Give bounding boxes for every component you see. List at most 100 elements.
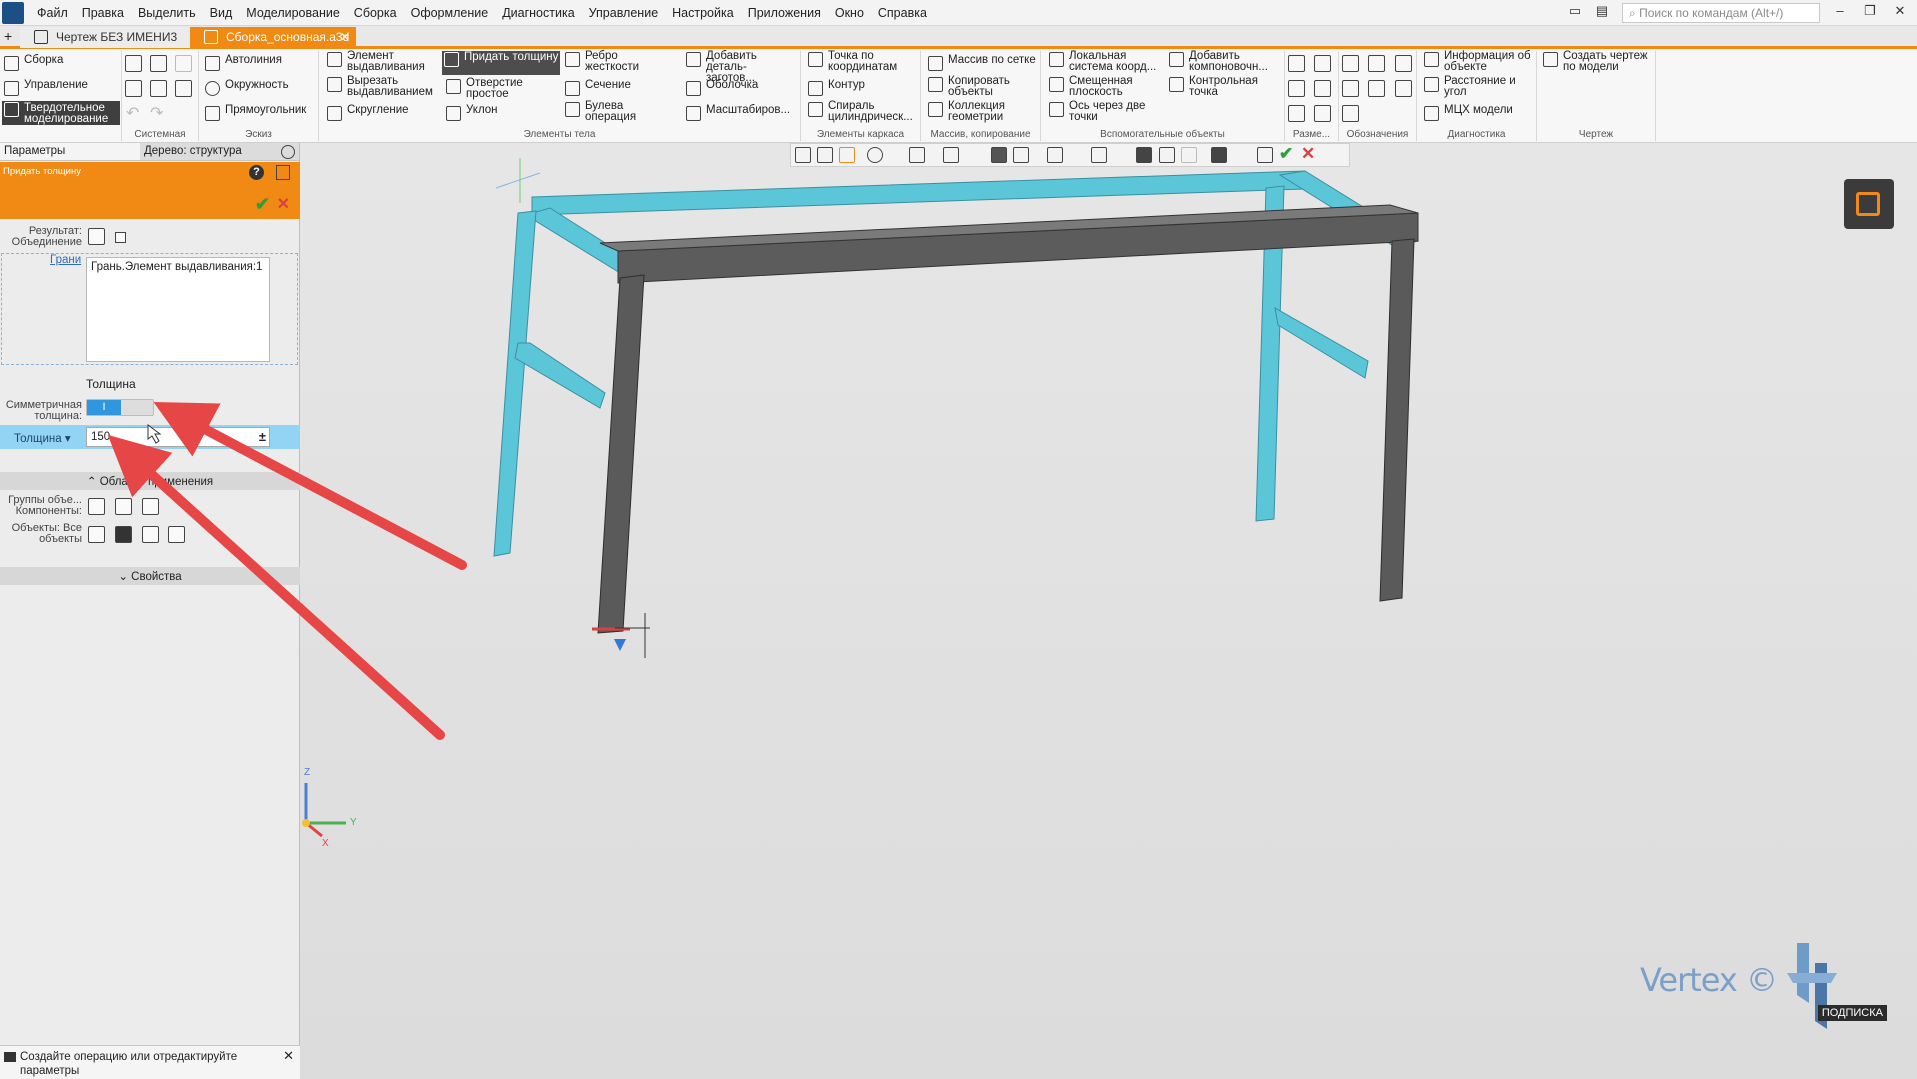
table-icon[interactable] [1395,55,1412,72]
designation-icon[interactable] [1314,55,1331,72]
menu-view[interactable]: Вид [203,6,240,20]
contour-button[interactable]: Контур [806,79,865,96]
preview-icon[interactable] [150,80,167,97]
save-icon[interactable] [175,55,192,72]
menu-apps[interactable]: Приложения [741,6,828,20]
new-file-icon[interactable] [125,55,142,72]
mode-solid-modeling[interactable]: Твердотельное моделирование [2,101,120,125]
print-icon[interactable] [125,80,142,97]
minimize-button[interactable]: – [1828,3,1852,23]
cancel-icon[interactable]: ✕ [277,194,290,214]
components-icon[interactable] [115,498,132,515]
mode-assembly[interactable]: Сборка [2,54,120,71]
group-objects-icon[interactable] [88,498,105,515]
shell-button[interactable]: Оболочка [684,79,758,96]
dimension-icon[interactable] [1288,55,1305,72]
properties-section-header[interactable]: ⌄ Свойства [0,567,300,585]
faces-list[interactable]: Грань.Элемент выдавливания:1 [86,257,270,362]
scope-section-header[interactable]: ⌃ Область применения [0,472,300,490]
menu-file[interactable]: Файл [30,6,75,20]
rectangle-button[interactable]: Прямоугольник [203,104,306,121]
menu-select[interactable]: Выделить [131,6,203,20]
redo-icon[interactable]: ↷ [150,103,163,123]
grid-array-button[interactable]: Массив по сетке [926,54,1036,71]
restore-button[interactable]: ❐ [1858,3,1882,23]
confirm-icon[interactable]: ✔ [255,194,270,215]
menu-edit[interactable]: Правка [75,6,131,20]
base-icon[interactable] [1342,80,1359,97]
filter-objects-icon[interactable] [142,526,159,543]
menu-help[interactable]: Справка [871,6,934,20]
close-hint-icon[interactable]: ✕ [283,1049,294,1063]
autoline-button[interactable]: Автолиния [203,54,282,71]
undo-icon[interactable]: ↶ [126,103,139,123]
layout-icon[interactable]: ▭ [1563,3,1587,23]
union-icon[interactable] [88,228,105,245]
save-all-icon[interactable] [175,80,192,97]
scale-button[interactable]: Масштабиров... [684,104,790,121]
rib-button[interactable]: Ребро жесткости [563,50,653,73]
close-tab-icon[interactable]: ✕ [340,30,350,44]
leader-icon[interactable] [1314,80,1331,97]
spiral-button[interactable]: Спираль цилиндрическ... [806,100,916,123]
offset-plane-button[interactable]: Смещенная плоскость [1047,75,1157,98]
add-objects-icon[interactable] [168,526,185,543]
boolean-button[interactable]: Булева операция [563,100,653,123]
tree-icon[interactable] [276,165,290,180]
thickness-label[interactable]: Толщина ▾ [14,431,71,445]
plus-minus-icon[interactable]: ± [259,429,266,444]
menu-settings[interactable]: Настройка [665,6,741,20]
section-button[interactable]: Сечение [563,79,631,96]
symmetric-toggle[interactable]: I [86,399,154,416]
all-objects-icon[interactable] [88,526,105,543]
thickness-input[interactable]: 150 ± [86,427,270,447]
distance-angle-button[interactable]: Расстояние и угол [1422,75,1532,98]
menu-assembly[interactable]: Сборка [347,6,404,20]
control-point-button[interactable]: Контрольная точка [1167,75,1267,98]
tab-drawing[interactable]: Чертеж БЕЗ ИМЕНИ3 [20,27,190,48]
tab-assembly[interactable]: Сборка_основная.a3d ✕ [190,27,356,48]
weld-icon[interactable] [1342,105,1359,122]
selected-objects-icon[interactable] [115,526,132,543]
menu-design[interactable]: Оформление [404,6,496,20]
mark-icon[interactable] [1342,55,1359,72]
text-icon[interactable] [1368,80,1385,97]
copy-objects-button[interactable]: Копировать объекты [926,75,1016,98]
angle-dimension-icon[interactable] [1288,80,1305,97]
menu-modeling[interactable]: Моделирование [239,6,347,20]
object-info-button[interactable]: Информация об объекте [1422,50,1540,73]
mode-management[interactable]: Управление [2,79,120,96]
add-layout-button[interactable]: Добавить компоновочн... [1167,50,1282,73]
tolerance-icon[interactable] [1368,55,1385,72]
menu-management[interactable]: Управление [582,6,666,20]
draft-button[interactable]: Уклон [444,104,498,121]
faces-link[interactable]: Грани [50,254,81,266]
cut-extrude-button[interactable]: Вырезать выдавливанием [325,75,433,98]
fillet-button[interactable]: Скругление [325,104,430,121]
hole-button[interactable]: Отверстие простое [444,77,554,100]
geometry-collection-button[interactable]: Коллекция геометрии [926,100,1016,123]
thicken-button[interactable]: Придать толщину [442,51,560,75]
gear-icon[interactable] [281,145,295,159]
mass-props-button[interactable]: МЦХ модели [1422,104,1513,121]
panel-layout-icon[interactable]: ▤ [1590,3,1614,23]
command-search-input[interactable]: ⌕ Поиск по командам (Alt+/) [1622,3,1820,23]
extrude-button[interactable]: Элемент выдавливания [325,50,430,73]
3d-viewport[interactable]: ✔ ✕ Z Y X Vertex © ПОДПИСКА [300,143,1917,1079]
new-tab-button[interactable]: + [4,28,12,44]
roughness-icon[interactable] [1314,105,1331,122]
local-cs-button[interactable]: Локальная система коорд... [1047,50,1162,73]
close-button[interactable]: ✕ [1888,3,1912,23]
radius-dimension-icon[interactable] [1288,105,1305,122]
result-checkbox[interactable] [115,232,126,243]
axis-two-points-button[interactable]: Ось через две точки [1047,100,1157,123]
tab-parameters[interactable]: Параметры [0,143,140,160]
help-icon[interactable]: ? [249,165,264,180]
point-by-coords-button[interactable]: Точка по координатам [806,50,906,73]
tab-tree[interactable]: Дерево: структура [140,143,280,160]
note-icon[interactable] [1395,80,1412,97]
open-file-icon[interactable] [150,55,167,72]
database-icon[interactable] [142,498,159,515]
menu-diagnostics[interactable]: Диагностика [495,6,581,20]
circle-button[interactable]: Окружность [203,79,289,96]
